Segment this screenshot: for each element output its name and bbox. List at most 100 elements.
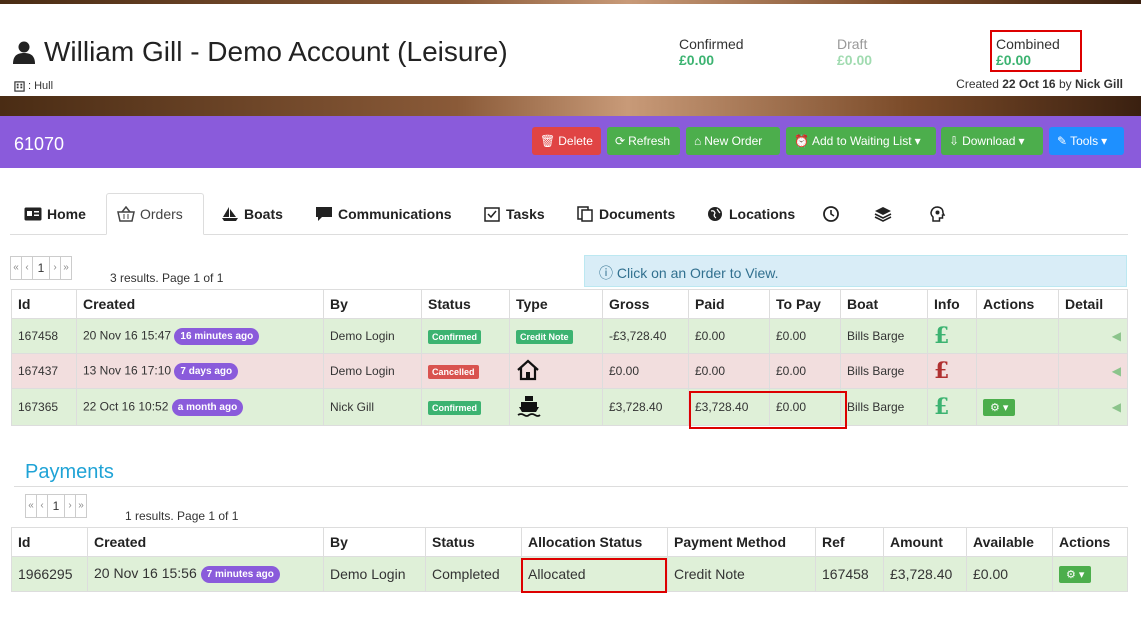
created-text: 22 Oct 16 10:52 — [83, 399, 169, 414]
time-ago-badge: 16 minutes ago — [174, 327, 260, 345]
account-header: William Gill - Demo Account (Leisure) : … — [0, 4, 1141, 96]
order-info: £ — [927, 388, 977, 426]
info-icon: ⓘ — [599, 265, 613, 281]
tab-tasks-label: Tasks — [506, 206, 545, 222]
col-amount[interactable]: Amount — [883, 527, 967, 557]
tab-documents[interactable]: Documents — [566, 193, 685, 235]
order-row[interactable]: 167437 13 Nov 16 17:10 7 days ago Demo L… — [11, 353, 1128, 389]
chevron-circle-left-icon[interactable]: ◀ — [1112, 400, 1121, 414]
col-type[interactable]: Type — [509, 289, 603, 319]
comments-icon — [316, 207, 332, 221]
add-to-waiting-list-button[interactable]: ⏰ Add to Waiting List ▾ — [786, 127, 936, 155]
orders-page-info: 3 results. Page 1 of 1 — [110, 271, 224, 285]
col-payment-method[interactable]: Payment Method — [667, 527, 816, 557]
head-icon — [930, 206, 946, 222]
order-actions — [976, 353, 1059, 389]
pager-last[interactable]: » — [75, 494, 87, 518]
clock-icon — [823, 206, 839, 222]
order-info: £ — [927, 318, 977, 354]
refresh-button[interactable]: ⟳ Refresh — [607, 127, 680, 155]
col-gross[interactable]: Gross — [602, 289, 689, 319]
col-created[interactable]: Created — [76, 289, 324, 319]
col-created[interactable]: Created — [87, 527, 324, 557]
caret-down-icon: ▾ — [1018, 134, 1025, 148]
order-gross: £0.00 — [602, 353, 689, 389]
created-prefix: Created — [956, 77, 999, 91]
col-allocation-status[interactable]: Allocation Status — [521, 527, 668, 557]
order-actions-button[interactable]: ⚙ ▾ — [983, 398, 1016, 416]
new-order-label: New Order — [704, 134, 763, 148]
col-id[interactable]: Id — [11, 289, 77, 319]
order-created: 13 Nov 16 17:10 7 days ago — [76, 353, 324, 389]
basket-icon — [117, 206, 135, 222]
waiting-list-label: Add to Waiting List — [811, 134, 912, 148]
tab-profile[interactable] — [918, 193, 956, 235]
payments-header-row: Id Created By Status Allocation Status P… — [11, 527, 1128, 557]
col-actions[interactable]: Actions — [1052, 527, 1128, 557]
new-order-button[interactable]: ⌂ New Order — [686, 127, 780, 155]
tab-communications-label: Communications — [338, 206, 452, 222]
order-type: Credit Note — [509, 318, 603, 354]
col-actions[interactable]: Actions — [976, 289, 1059, 319]
order-id: 167365 — [11, 388, 77, 426]
order-id: 167458 — [11, 318, 77, 354]
tools-icon: ✎ — [1057, 134, 1068, 148]
chevron-circle-left-icon[interactable]: ◀ — [1112, 364, 1121, 378]
order-row[interactable]: 167365 22 Oct 16 10:52 a month ago Nick … — [11, 388, 1128, 426]
order-boat: Bills Barge — [840, 353, 928, 389]
tab-layers[interactable] — [864, 193, 902, 235]
col-status[interactable]: Status — [425, 527, 522, 557]
payment-actions-button[interactable]: ⚙ ▾ — [1059, 566, 1092, 583]
tab-communications[interactable]: Communications — [305, 193, 462, 235]
tasks-icon — [484, 207, 500, 222]
tab-boats[interactable]: Boats — [211, 193, 293, 235]
col-id[interactable]: Id — [11, 527, 88, 557]
payment-status: Completed — [425, 556, 522, 592]
tab-locations[interactable]: Locations — [696, 193, 805, 235]
pager-last[interactable]: » — [60, 256, 72, 280]
gear-icon: ⚙ — [990, 401, 1000, 414]
tab-orders-label: Orders — [140, 206, 183, 222]
col-status[interactable]: Status — [421, 289, 510, 319]
created-text: 20 Nov 16 15:47 — [83, 328, 172, 343]
payments-divider — [14, 486, 1128, 487]
order-paid: £0.00 — [688, 318, 770, 354]
tab-home[interactable]: Home — [14, 193, 96, 235]
tab-history[interactable] — [812, 193, 850, 235]
allocation-highlight — [521, 558, 667, 593]
account-location: : Hull — [14, 80, 53, 92]
col-paid[interactable]: Paid — [688, 289, 770, 319]
order-by: Nick Gill — [323, 388, 422, 426]
col-boat[interactable]: Boat — [840, 289, 928, 319]
col-ref[interactable]: Ref — [815, 527, 884, 557]
order-to-pay: £0.00 — [769, 353, 841, 389]
col-available[interactable]: Available — [966, 527, 1053, 557]
order-created: 20 Nov 16 15:47 16 minutes ago — [76, 318, 324, 354]
tab-tasks[interactable]: Tasks — [473, 193, 555, 235]
tab-orders[interactable]: Orders — [106, 193, 204, 235]
pound-icon: £ — [934, 394, 950, 420]
pager-page[interactable]: 1 — [32, 256, 50, 280]
created-text: 13 Nov 16 17:10 — [83, 363, 172, 378]
download-label: Download — [962, 134, 1016, 148]
delete-button[interactable]: 🗑 Delete — [532, 127, 601, 155]
payment-actions: ⚙ ▾ — [1052, 556, 1128, 592]
order-row[interactable]: 167458 20 Nov 16 15:47 16 minutes ago De… — [11, 318, 1128, 354]
layers-icon — [874, 207, 892, 222]
col-detail[interactable]: Detail — [1058, 289, 1128, 319]
col-to-pay[interactable]: To Pay — [769, 289, 841, 319]
confirmed-value: £0.00 — [679, 52, 715, 68]
pager-page[interactable]: 1 — [47, 494, 65, 518]
payment-by: Demo Login — [323, 556, 426, 592]
chevron-circle-left-icon[interactable]: ◀ — [1112, 329, 1121, 343]
download-button[interactable]: ⇩ Download ▾ — [941, 127, 1043, 155]
created-by: Nick Gill — [1074, 77, 1123, 91]
order-info: £ — [927, 353, 977, 389]
col-by[interactable]: By — [323, 527, 426, 557]
order-id: 167437 — [11, 353, 77, 389]
user-icon — [13, 41, 35, 64]
tools-button[interactable]: ✎ Tools ▾ — [1049, 127, 1124, 155]
order-actions — [976, 318, 1059, 354]
col-by[interactable]: By — [323, 289, 422, 319]
col-info[interactable]: Info — [927, 289, 977, 319]
